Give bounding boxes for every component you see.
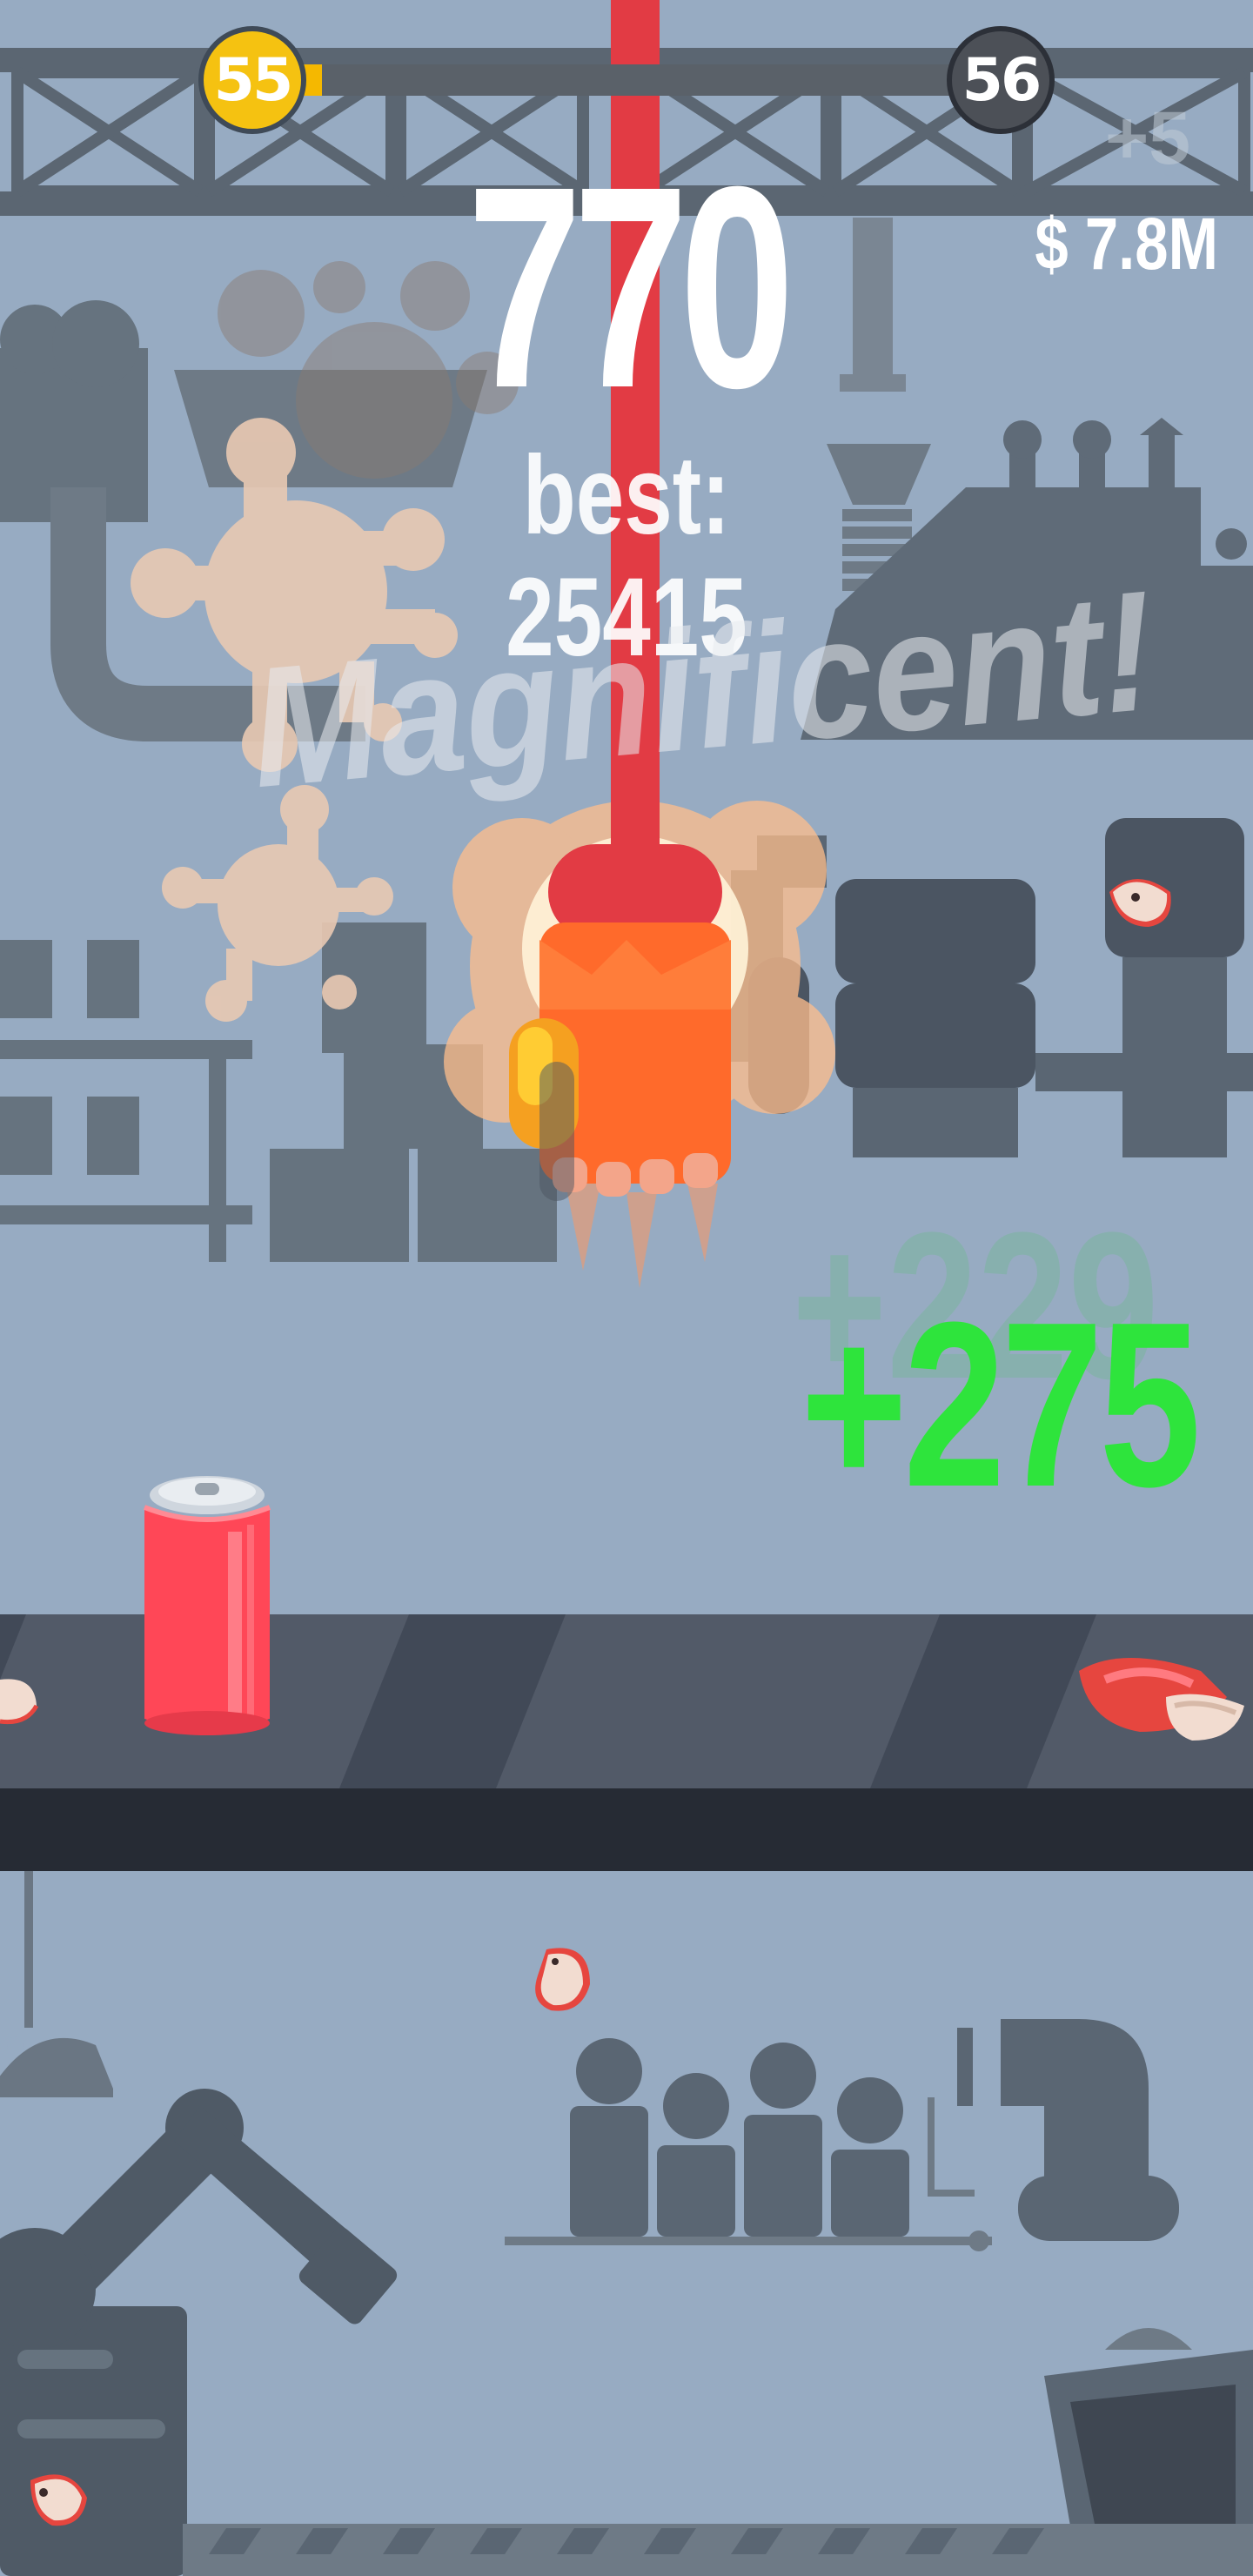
crushed-can-icon [1079, 1658, 1244, 1741]
debris-icon [30, 2474, 87, 2526]
level-progress-bar [296, 64, 957, 96]
debris-icon [535, 1948, 590, 2011]
soda-can-icon[interactable] [137, 1471, 277, 1741]
fire-fist-icon[interactable] [487, 835, 774, 1244]
next-level-badge: 56 [947, 26, 1055, 134]
fading-bonus-text: +5 [1105, 97, 1191, 180]
debris-icon [1109, 879, 1171, 927]
points-gained-text: +275 [801, 1274, 1201, 1536]
current-level-badge: 55 [198, 26, 306, 134]
debris-icon [0, 1679, 39, 1725]
score-counter: 770 [466, 126, 794, 447]
game-stage[interactable]: 55 56 +5 $ 7.8M 770 best: 25415 Magnific… [0, 0, 1253, 2576]
money-counter: $ 7.8M [1035, 203, 1218, 285]
